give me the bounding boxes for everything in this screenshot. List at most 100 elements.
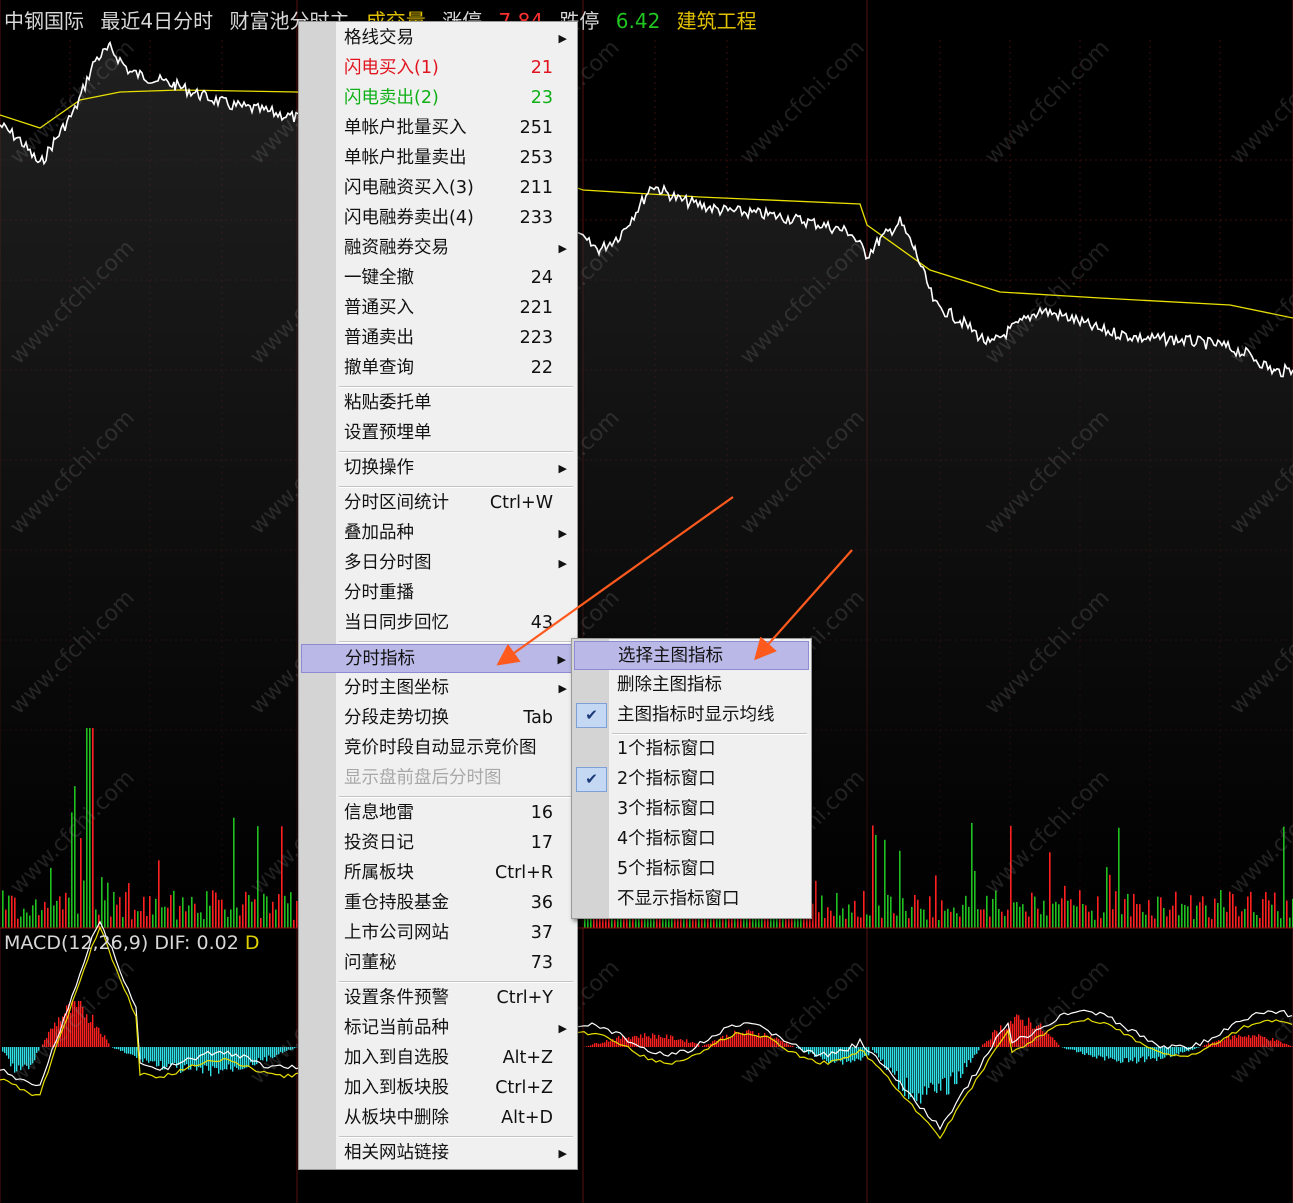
macd-bar [988,1040,990,1047]
menu-item[interactable]: 闪电融券卖出(4) 233 [301,204,575,233]
submenu-item[interactable]: 不显示指标窗口 [574,885,809,914]
menu-item[interactable]: 叠加品种 ▶ [301,519,575,548]
menu-item[interactable]: 单帐户批量卖出 253 [301,144,575,173]
menu-separator [339,796,573,798]
macd-bar [1072,1047,1074,1050]
menu-item-label: 投资日记 [344,833,414,853]
volume-bar [866,914,868,928]
menu-item[interactable]: 分时指标 ▶ [301,644,575,673]
submenu-item-label: 主图指标时显示均线 [617,705,775,725]
macd-bar [92,1014,94,1047]
menu-item[interactable]: 投资日记 17 [301,829,575,858]
macd-bar [702,1045,704,1047]
menu-item[interactable]: 从板块中删除 Alt+D [301,1104,575,1133]
volume-bar [206,891,208,928]
menu-item[interactable]: 一键全撤 24 [301,264,575,293]
volume-bar [182,897,184,928]
macd-bar [1164,1047,1166,1058]
menu-item[interactable]: 闪电买入(1) 21 [301,54,575,83]
indicator-submenu[interactable]: 选择主图指标 删除主图指标 ✔ 主图指标时显示均线 1个指标窗口 ✔ 2个指标窗口 3个指标窗… [571,638,812,919]
macd-bar [144,1047,146,1059]
submenu-item[interactable]: 3个指标窗口 [574,795,809,824]
menu-item[interactable]: 格线交易 ▶ [301,24,575,53]
menu-item[interactable]: 加入到自选股 Alt+Z [301,1044,575,1073]
macd-bar [18,1047,20,1066]
menu-item[interactable]: 标记当前品种 ▶ [301,1014,575,1043]
menu-item[interactable]: 分时重播 [301,579,575,608]
menu-item[interactable]: 所属板块 Ctrl+R [301,859,575,888]
submenu-item[interactable]: 5个指标窗口 [574,855,809,884]
menu-item[interactable]: 闪电融资买入(3) 211 [301,174,575,203]
menu-item[interactable]: 竞价时段自动显示竞价图 [301,734,575,763]
macd-bar [676,1040,678,1047]
macd-bar [1264,1036,1266,1047]
menu-item[interactable]: 加入到板块股 Ctrl+Z [301,1074,575,1103]
menu-item-label: 竞价时段自动显示竞价图 [344,738,537,758]
macd-bar [922,1047,924,1095]
menu-item[interactable]: 上市公司网站 37 [301,919,575,948]
submenu-item[interactable]: 4个指标窗口 [574,825,809,854]
volume-bar [221,899,223,928]
menu-item[interactable]: 撤单查询 22 [301,354,575,383]
submenu-item-label: 3个指标窗口 [617,799,716,819]
macd-bar [1196,1047,1198,1049]
volume-bar [1190,895,1192,928]
volume-bar [134,909,136,928]
menu-item[interactable]: 多日分时图 ▶ [301,549,575,578]
macd-bar [150,1047,152,1062]
macd-bar [958,1047,960,1072]
submenu-item[interactable]: 1个指标窗口 [574,735,809,764]
menu-item[interactable]: 闪电卖出(2) 23 [301,84,575,113]
menu-item-label: 普通买入 [344,298,414,318]
menu-item[interactable]: 重仓持股基金 36 [301,889,575,918]
macd-bar [938,1047,940,1084]
submenu-arrow-icon: ▶ [558,242,567,255]
macd-bar [96,1026,98,1047]
menu-item[interactable]: 分段走势切换 Tab [301,704,575,733]
macd-bar [258,1047,260,1058]
macd-bar [1290,1045,1292,1047]
volume-bar [272,901,274,928]
volume-bar [1136,904,1138,928]
context-menu[interactable]: 格线交易 ▶ 闪电买入(1) 21 闪电卖出(2) 23 单帐户批量买入 251 单帐户批量卖出… [298,21,578,1170]
submenu-item[interactable]: ✔ 主图指标时显示均线 [574,701,809,730]
macd-bar [620,1038,622,1047]
macd-bar [884,1047,886,1068]
volume-bar [59,896,61,928]
volume-bar [896,915,898,928]
menu-item[interactable]: 相关网站链接 ▶ [301,1139,575,1168]
submenu-item[interactable]: ✔ 2个指标窗口 [574,765,809,794]
macd-bar [784,1043,786,1047]
menu-item[interactable]: 信息地雷 16 [301,799,575,828]
menu-item[interactable]: 普通卖出 223 [301,324,575,353]
menu-item[interactable]: 问董秘 73 [301,949,575,978]
menu-item[interactable]: 融资融券交易 ▶ [301,234,575,263]
volume-bar [941,900,943,928]
macd-bar [1270,1040,1272,1047]
volume-bar [827,907,829,928]
intraday-chart[interactable] [0,0,1293,1203]
menu-item[interactable]: 当日同步回忆 43 [301,609,575,638]
macd-bar [606,1039,608,1047]
menu-item[interactable]: 普通买入 221 [301,294,575,323]
macd-bar [4,1047,6,1054]
menu-item[interactable]: 设置预埋单 [301,419,575,448]
volume-bar [830,910,832,928]
macd-bar [1134,1047,1136,1058]
macd-bar [86,1014,88,1047]
submenu-item[interactable]: 删除主图指标 [574,671,809,700]
volume-bar [1262,899,1264,928]
menu-item[interactable]: 分时区间统计 Ctrl+W [301,489,575,518]
menu-item[interactable]: 粘贴委托单 [301,389,575,418]
macd-bar [1132,1047,1134,1062]
submenu-item[interactable]: 选择主图指标 [574,641,809,670]
menu-item[interactable]: 分时主图坐标 ▶ [301,674,575,703]
macd-bar [600,1043,602,1047]
menu-item-label: 融资融券交易 [344,238,449,258]
macd-bar [592,1044,594,1047]
macd-bar [80,1001,82,1047]
menu-item[interactable]: 切换操作 ▶ [301,454,575,483]
macd-bar [1146,1047,1148,1060]
menu-item[interactable]: 单帐户批量买入 251 [301,114,575,143]
menu-item[interactable]: 设置条件预警 Ctrl+Y [301,984,575,1013]
